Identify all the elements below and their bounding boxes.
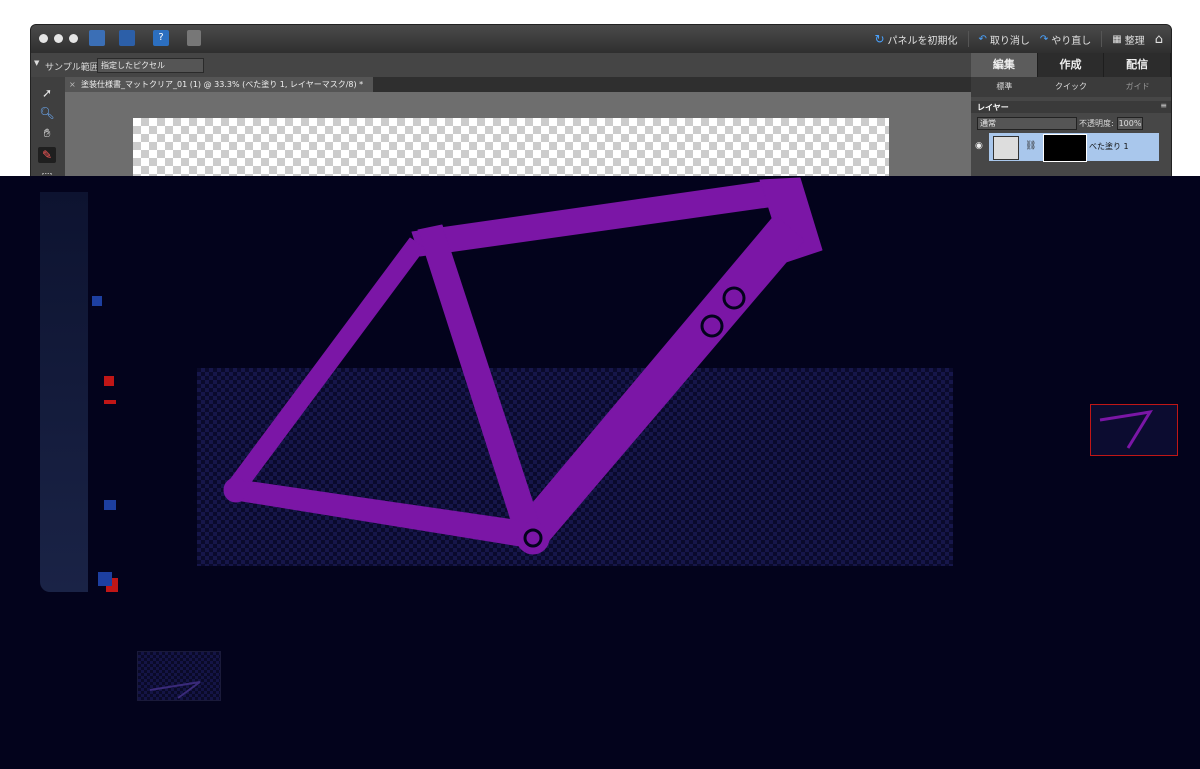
bottom-bracket [516, 521, 550, 555]
glitch-mark-red-1 [104, 376, 114, 386]
glitch-blue-marks [92, 296, 116, 586]
glitch-mark-blue-2 [104, 500, 116, 510]
mask-thumb-frame [1099, 410, 1153, 449]
nav-thumb-frame [149, 681, 201, 699]
seat-stay [229, 237, 426, 491]
glitch-mark-red-2 [104, 400, 116, 404]
top-tube [411, 179, 783, 257]
glitch-mark-blue-3 [98, 572, 112, 586]
glitch-mark-blue-1 [92, 296, 102, 306]
chain-stay [235, 479, 533, 549]
bike-frame-graphic [92, 177, 1153, 699]
glitch-tool-marks [104, 376, 118, 592]
down-tube [509, 214, 806, 546]
rear-dropout [223, 477, 249, 503]
seat-tube [417, 224, 546, 549]
